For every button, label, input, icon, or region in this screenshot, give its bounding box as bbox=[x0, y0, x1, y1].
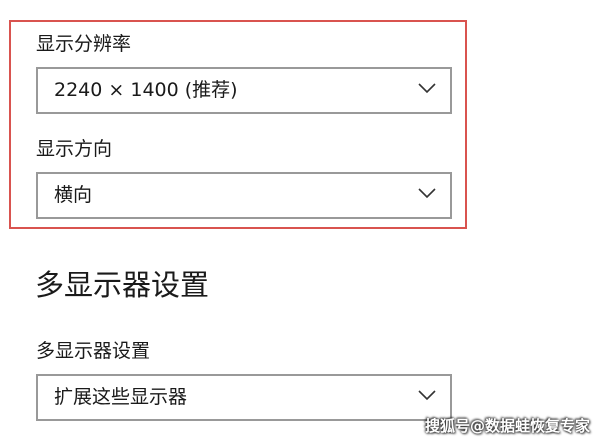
orientation-dropdown[interactable]: 横向 bbox=[36, 172, 452, 219]
chevron-down-icon bbox=[418, 389, 436, 401]
orientation-label: 显示方向 bbox=[36, 138, 113, 160]
resolution-label: 显示分辨率 bbox=[36, 33, 132, 55]
resolution-dropdown-value: 2240 × 1400 (推荐) bbox=[54, 79, 238, 101]
chevron-down-icon bbox=[418, 187, 436, 199]
multi-display-label: 多显示器设置 bbox=[36, 340, 151, 362]
chevron-down-icon bbox=[418, 82, 436, 94]
watermark-text: 搜狐号@数据蛙恢复专家 bbox=[424, 417, 590, 435]
multi-display-dropdown[interactable]: 扩展这些显示器 bbox=[36, 374, 452, 421]
multi-display-dropdown-value: 扩展这些显示器 bbox=[54, 386, 188, 408]
orientation-dropdown-value: 横向 bbox=[54, 184, 93, 206]
resolution-dropdown[interactable]: 2240 × 1400 (推荐) bbox=[36, 67, 452, 114]
multi-display-heading: 多显示器设置 bbox=[35, 268, 210, 302]
